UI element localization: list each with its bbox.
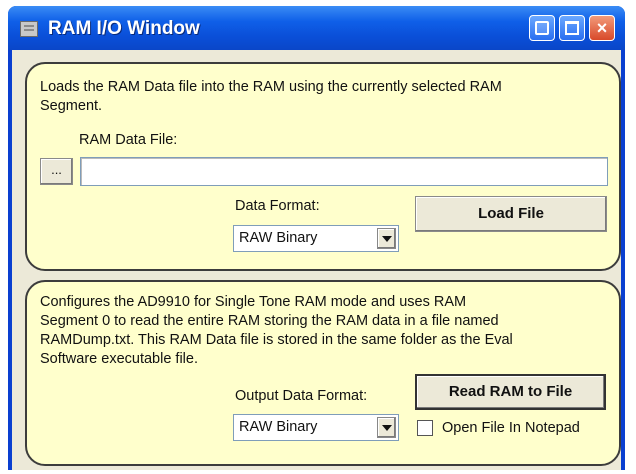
read-description-line1: Configures the AD9910 for Single Tone RA… <box>40 294 467 310</box>
load-description-line2: Segment. <box>40 98 103 114</box>
read-description-line3: RAMDump.txt. This RAM Data file is store… <box>40 332 513 348</box>
ram-data-file-field[interactable] <box>80 157 608 186</box>
read-description-line2: Segment 0 to read the entire RAM storing… <box>40 313 499 329</box>
data-format-value: RAW Binary <box>239 230 318 246</box>
open-in-notepad-checkbox[interactable] <box>417 420 433 436</box>
window-title: RAM I/O Window <box>48 18 200 39</box>
maximize-button[interactable] <box>559 15 585 41</box>
minimize-button[interactable] <box>529 15 555 41</box>
read-ram-to-file-button[interactable]: Read RAM to File <box>415 374 606 410</box>
close-button[interactable]: × <box>589 15 615 41</box>
title-bar[interactable]: RAM I/O Window × <box>8 6 625 50</box>
load-description-line1: Loads the RAM Data file into the RAM usi… <box>40 79 502 95</box>
maximize-icon <box>565 21 579 35</box>
output-data-format-label: Output Data Format: <box>235 388 368 404</box>
app-icon <box>20 21 38 37</box>
minimize-icon <box>535 21 549 35</box>
chevron-down-icon[interactable] <box>377 417 396 438</box>
output-data-format-select[interactable]: RAW Binary <box>233 414 399 441</box>
output-data-format-value: RAW Binary <box>239 419 318 435</box>
data-format-label: Data Format: <box>235 198 320 214</box>
data-format-select[interactable]: RAW Binary <box>233 225 399 252</box>
load-file-button[interactable]: Load File <box>415 196 607 232</box>
close-icon: × <box>596 18 608 38</box>
chevron-down-icon[interactable] <box>377 228 396 249</box>
read-description-line4: Software executable file. <box>40 351 198 367</box>
ram-data-file-label: RAM Data File: <box>79 132 178 148</box>
open-in-notepad-label[interactable]: Open File In Notepad <box>442 419 580 438</box>
browse-button[interactable]: ... <box>40 158 73 185</box>
